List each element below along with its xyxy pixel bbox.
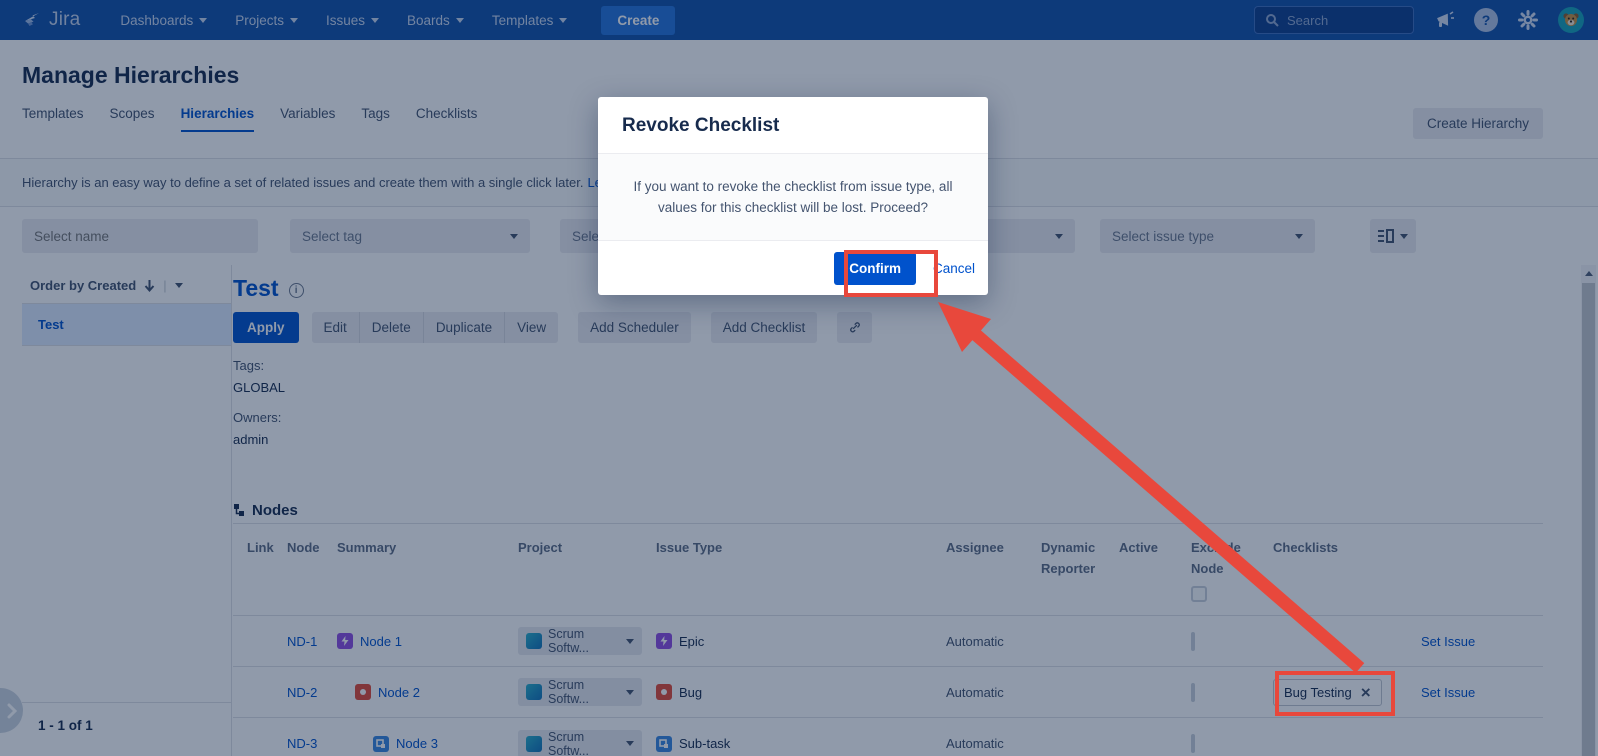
cancel-button[interactable]: Cancel: [933, 261, 975, 276]
app-root: Jira Dashboards Projects Issues Boards T…: [0, 0, 1598, 756]
revoke-checklist-modal: Revoke Checklist If you want to revoke t…: [598, 97, 988, 295]
confirm-button[interactable]: Confirm: [834, 252, 916, 285]
modal-message: If you want to revoke the checklist from…: [620, 176, 966, 218]
modal-title: Revoke Checklist: [622, 115, 964, 137]
